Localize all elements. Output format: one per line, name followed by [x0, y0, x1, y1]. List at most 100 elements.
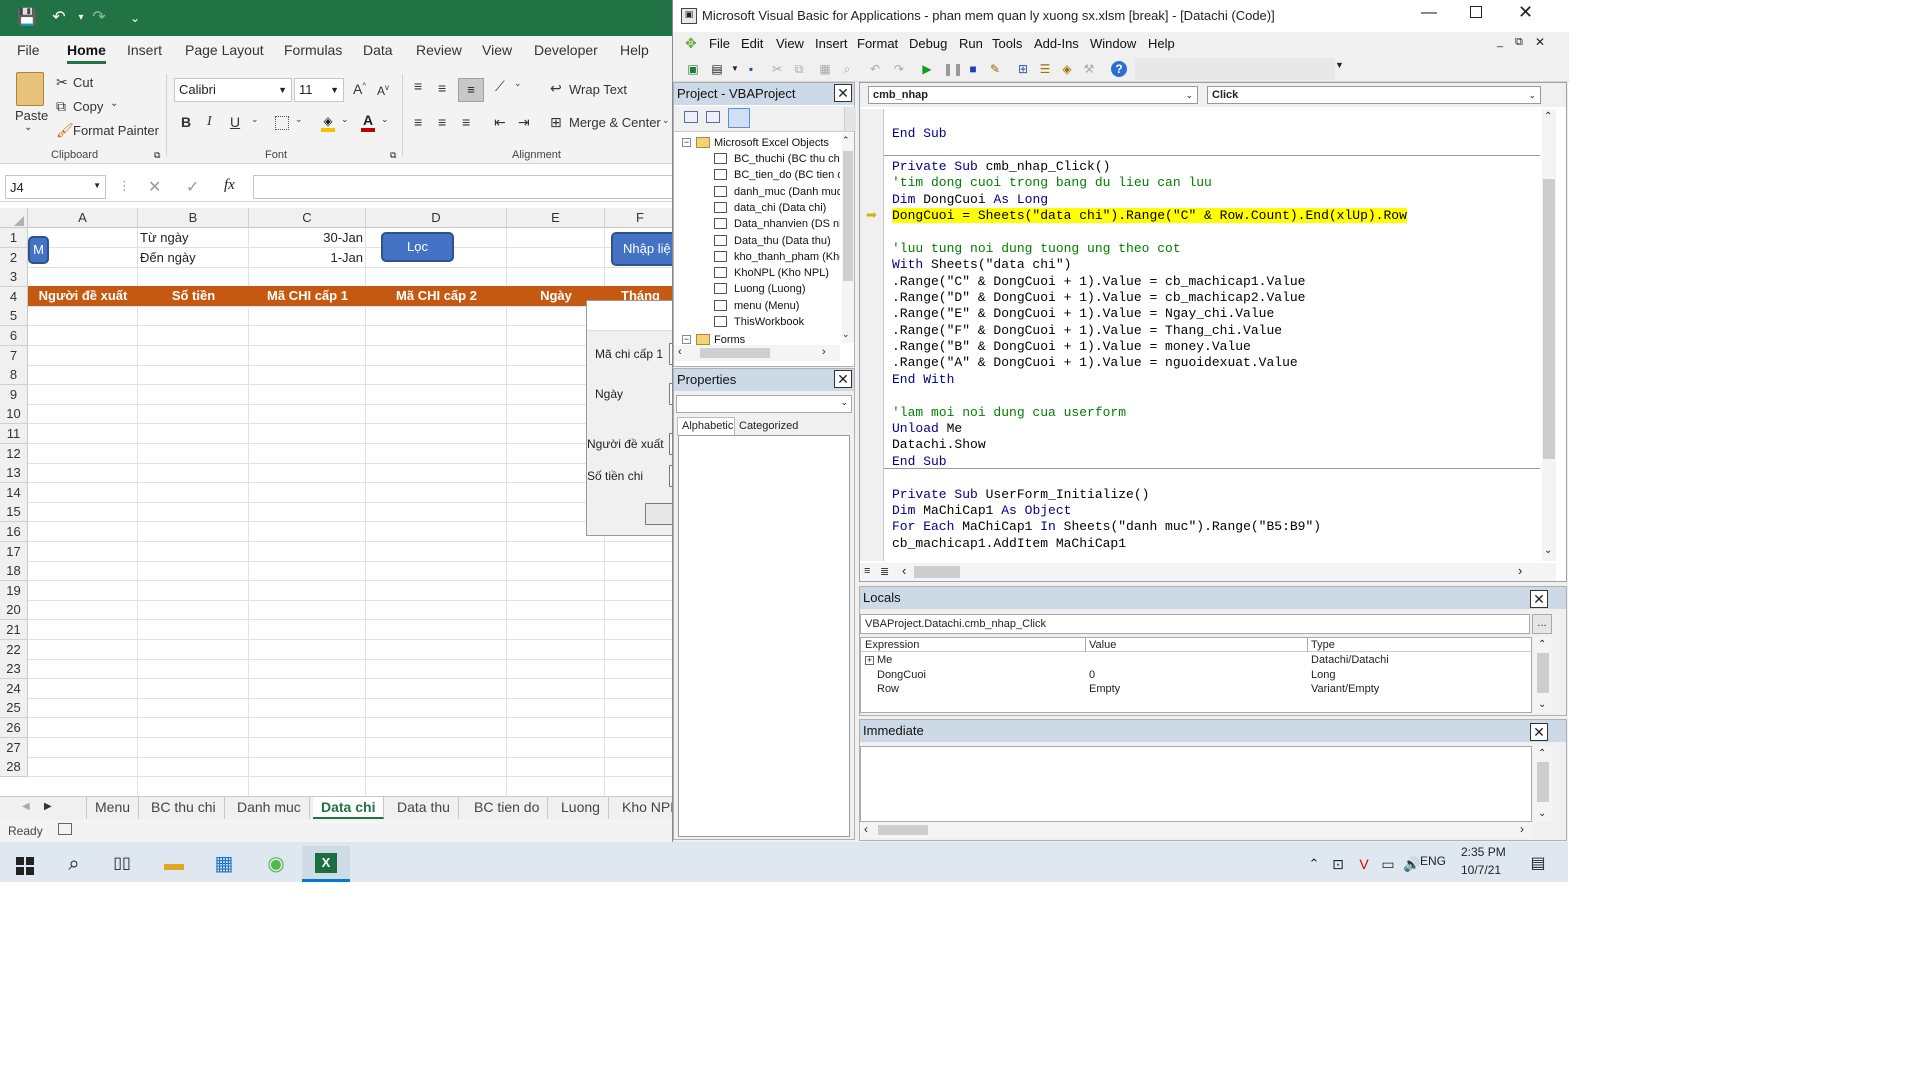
immediate-input[interactable] — [860, 746, 1532, 822]
green-app-icon[interactable]: ◉ — [252, 846, 300, 882]
redo-icon[interactable]: ↷ — [88, 7, 110, 29]
tree-item[interactable]: ThisWorkbook — [734, 314, 840, 330]
worksheet-grid[interactable]: A B C D E F 1 2 3 4 5 6 7 8 9 10 11 12 13 14 15 16 17 18 1… — [0, 208, 683, 796]
row-header-21[interactable]: 21 — [0, 620, 28, 640]
properties-window-icon[interactable]: ☰ — [1037, 61, 1053, 77]
font-color-dropdown-icon[interactable]: ⌄ — [381, 114, 389, 125]
full-module-view-icon[interactable]: ≣ — [880, 565, 889, 578]
tab-file[interactable]: File — [17, 42, 40, 58]
underline-button[interactable]: U — [230, 114, 240, 130]
tab-developer[interactable]: Developer — [534, 42, 598, 58]
header-ma-chi-cap-1[interactable]: Mã CHI cấp 1 — [249, 286, 366, 306]
menu-run[interactable]: Run — [959, 36, 983, 51]
row-header-14[interactable]: 14 — [0, 483, 28, 503]
scroll-left-icon[interactable]: ‹ — [678, 346, 682, 358]
code-line[interactable]: For Each MaChiCap1 In Sheets("danh muc")… — [892, 519, 1538, 535]
filter-button[interactable]: Lọc — [381, 232, 454, 262]
copy-tool-icon[interactable]: ⧉ — [791, 61, 807, 77]
code-line[interactable]: With Sheets("data chi") — [892, 257, 1538, 273]
immediate-close-icon[interactable]: ✕ — [1530, 723, 1548, 741]
row-header-15[interactable]: 15 — [0, 502, 28, 522]
paste-icon[interactable] — [16, 72, 44, 106]
underline-dropdown-icon[interactable]: ⌄ — [251, 114, 259, 125]
locals-value[interactable]: 0 — [1089, 669, 1095, 681]
call-stack-button[interactable]: ... — [1532, 614, 1552, 634]
scroll-thumb[interactable] — [878, 825, 928, 835]
tree-item[interactable]: kho_thanh_pham (Kho — [734, 249, 840, 265]
menu-insert[interactable]: Insert — [815, 36, 848, 51]
code-line[interactable]: Private Sub UserForm_Initialize() — [892, 487, 1538, 503]
decrease-font-size-icon[interactable]: Av — [377, 83, 389, 98]
collapse-forms-icon[interactable]: − — [682, 335, 691, 344]
borders-icon[interactable] — [275, 116, 289, 130]
maximize-icon[interactable] — [1470, 6, 1482, 18]
language-indicator[interactable]: ENG — [1420, 854, 1446, 868]
header-so-tien[interactable]: Số tiền — [138, 286, 249, 306]
bold-button[interactable]: B — [181, 114, 191, 130]
align-center-icon[interactable]: ≡ — [438, 114, 446, 130]
row-header-13[interactable]: 13 — [0, 463, 28, 483]
clock-time[interactable]: 2:35 PM — [1461, 845, 1506, 859]
tree-item[interactable]: BC_tien_do (BC tien d — [734, 167, 840, 183]
tab-data[interactable]: Data — [363, 42, 393, 58]
row-header-9[interactable]: 9 — [0, 385, 28, 405]
fill-color-dropdown-icon[interactable]: ⌄ — [341, 114, 349, 125]
scroll-thumb[interactable] — [1543, 179, 1555, 459]
align-right-icon[interactable]: ≡ — [462, 114, 470, 130]
scroll-up-icon[interactable]: ⌃ — [1538, 639, 1546, 650]
view-code-icon[interactable] — [684, 111, 698, 123]
code-line[interactable]: Private Sub cmb_nhap_Click() — [892, 159, 1538, 175]
cell-c1[interactable]: 30-Jan — [250, 230, 363, 245]
orientation-dropdown-icon[interactable]: ⌄ — [514, 78, 522, 89]
row-header-7[interactable]: 7 — [0, 346, 28, 366]
run-icon[interactable]: ▶ — [919, 61, 935, 77]
align-top-icon[interactable]: ≡ — [414, 78, 422, 94]
formula-input[interactable] — [253, 175, 676, 199]
locals-type[interactable]: Variant/Empty — [1311, 683, 1379, 695]
italic-button[interactable]: I — [207, 114, 212, 130]
sheet-tab-data-chi[interactable]: Data chi — [313, 797, 385, 819]
row-header-16[interactable]: 16 — [0, 522, 28, 542]
font-name-select[interactable]: Calibri ▼ — [174, 78, 292, 102]
menu-edit[interactable]: Edit — [741, 36, 763, 51]
tab-review[interactable]: Review — [416, 42, 462, 58]
tree-item[interactable]: data_chi (Data chi) — [734, 200, 840, 216]
font-size-select[interactable]: 11 ▼ — [294, 78, 344, 102]
row-header-28[interactable]: 28 — [0, 757, 28, 777]
copy-button[interactable]: Copy — [73, 99, 103, 114]
scroll-up-icon[interactable]: ⌃ — [1544, 111, 1552, 122]
cell-b1[interactable]: Từ ngày — [140, 230, 188, 245]
code-line[interactable]: 'luu tung noi dung tuong ung theo cot — [892, 241, 1538, 257]
scroll-left-icon[interactable]: ‹ — [902, 563, 906, 578]
row-header-23[interactable]: 23 — [0, 659, 28, 679]
paste-dropdown-icon[interactable]: ⌄ — [24, 122, 32, 133]
code-vscroll[interactable]: ⌃ ⌄ — [1542, 109, 1556, 561]
minimize-icon[interactable]: — — [1421, 4, 1437, 22]
code-line[interactable]: .Range("A" & DongCuoi + 1).Value = nguoi… — [892, 355, 1538, 371]
row-header-18[interactable]: 18 — [0, 561, 28, 581]
cell-b2[interactable]: Đến ngày — [140, 250, 196, 265]
notifications-icon[interactable]: ▤ — [1514, 846, 1562, 882]
cell-c2[interactable]: 1-Jan — [250, 250, 363, 265]
view-excel-icon[interactable]: ▣ — [685, 61, 701, 77]
font-launcher-icon[interactable]: ⧉ — [390, 150, 396, 161]
search-icon[interactable]: ⌕ — [50, 846, 98, 882]
tab-page-layout[interactable]: Page Layout — [185, 42, 264, 58]
object-browser-icon[interactable]: ◈ — [1059, 61, 1075, 77]
scroll-right-icon[interactable]: › — [1518, 563, 1522, 578]
break-icon[interactable]: ❚❚ — [943, 61, 963, 77]
code-line[interactable]: Datachi.Show — [892, 437, 1538, 453]
row-header-19[interactable]: 19 — [0, 581, 28, 601]
scroll-thumb[interactable] — [843, 151, 853, 281]
row-header-17[interactable]: 17 — [0, 542, 28, 562]
column-header-e[interactable]: E — [507, 208, 605, 228]
name-box[interactable]: J4 ▼ — [5, 175, 106, 199]
scroll-thumb[interactable] — [1537, 762, 1549, 802]
tab-view[interactable]: View — [482, 42, 512, 58]
menu-help[interactable]: Help — [1148, 36, 1175, 51]
object-select[interactable]: cmb_nhap ⌄ — [868, 86, 1198, 104]
header-nguoi-de-xuat[interactable]: Người đề xuất — [28, 286, 138, 306]
tree-item[interactable]: Data_thu (Data thu) — [734, 233, 840, 249]
tab-help[interactable]: Help — [620, 42, 649, 58]
locals-vscroll[interactable]: ⌃ ⌄ — [1534, 637, 1552, 713]
